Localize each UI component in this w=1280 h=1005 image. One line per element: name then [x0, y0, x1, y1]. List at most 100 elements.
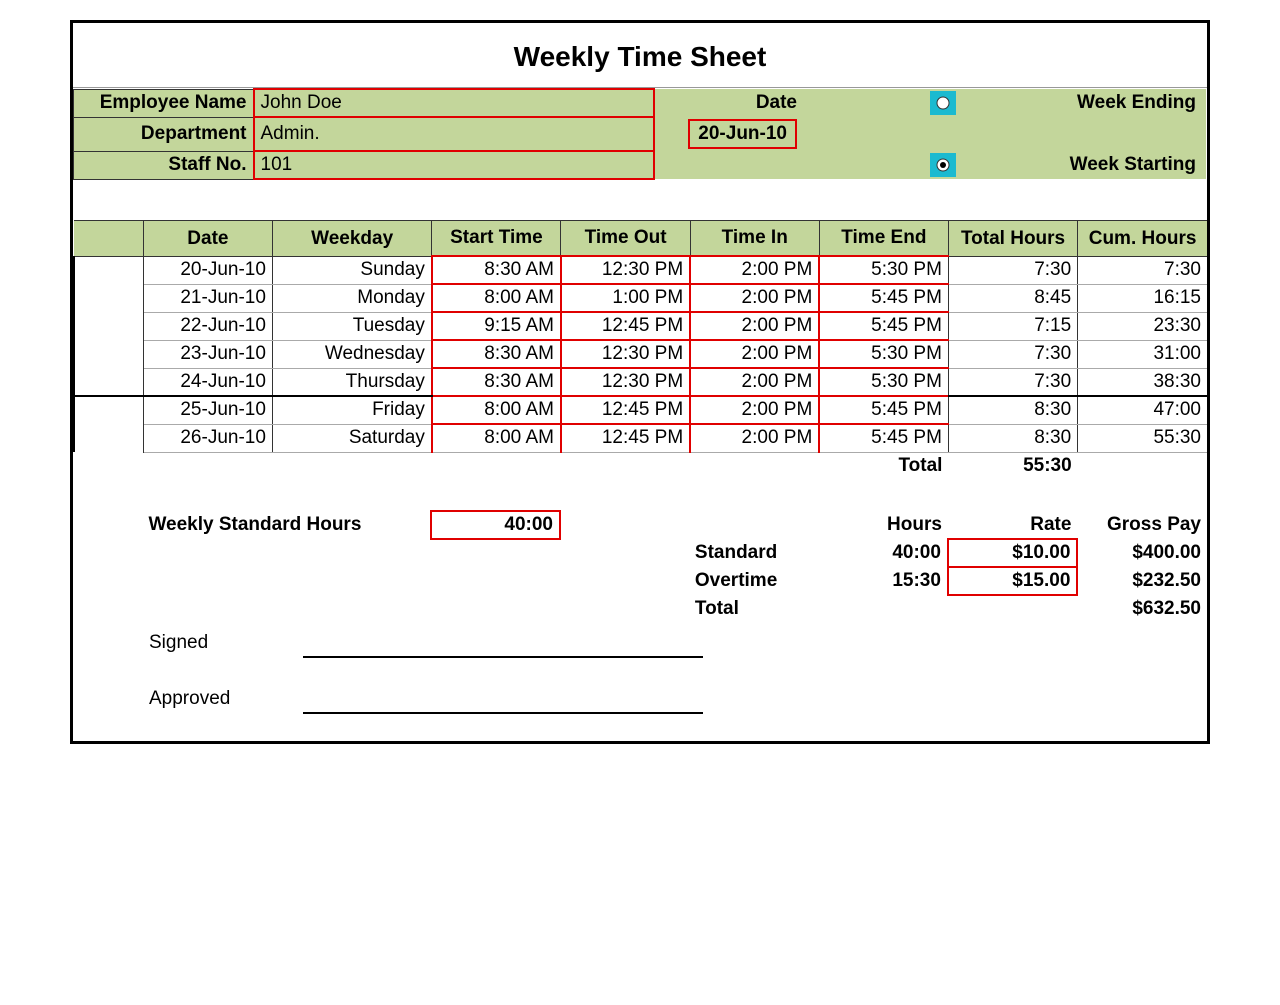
cell-weekday: Saturday [272, 424, 431, 452]
cell-in[interactable]: 2:00 PM [690, 312, 819, 340]
cell-total: 7:15 [948, 312, 1077, 340]
table-row: 25-Jun-10Friday8:00 AM12:45 PM2:00 PM5:4… [74, 396, 1207, 424]
cell-date: 20-Jun-10 [143, 256, 272, 284]
table-row: 20-Jun-10Sunday8:30 AM12:30 PM2:00 PM5:3… [74, 256, 1207, 284]
weekly-std-hours-label: Weekly Standard Hours [142, 511, 430, 539]
col-totalhours: Total Hours [948, 221, 1077, 257]
signature-table: Signed Approved [73, 629, 1207, 741]
date-input[interactable]: 20-Jun-10 [688, 119, 797, 149]
cell-in[interactable]: 2:00 PM [690, 424, 819, 452]
overtime-rate-input[interactable]: $15.00 [948, 567, 1077, 595]
cell-in[interactable]: 2:00 PM [690, 340, 819, 368]
approved-label: Approved [143, 685, 303, 713]
table-row: 26-Jun-10Saturday8:00 AM12:45 PM2:00 PM5… [74, 424, 1207, 452]
timesheet-table: Date Weekday Start Time Time Out Time In… [73, 220, 1207, 480]
table-row: 21-Jun-10Monday8:00 AM1:00 PM2:00 PM5:45… [74, 284, 1207, 312]
col-timein: Time In [690, 221, 819, 257]
cell-start[interactable]: 8:30 AM [432, 340, 561, 368]
cell-cum: 16:15 [1078, 284, 1207, 312]
cell-end[interactable]: 5:45 PM [819, 284, 948, 312]
cell-cum: 55:30 [1078, 424, 1207, 452]
cell-start[interactable]: 8:00 AM [432, 424, 561, 452]
cell-start[interactable]: 8:30 AM [432, 368, 561, 396]
cell-out[interactable]: 12:45 PM [561, 312, 690, 340]
week-starting-label: Week Starting [964, 151, 1207, 179]
cell-out[interactable]: 12:30 PM [561, 256, 690, 284]
cell-start[interactable]: 8:00 AM [432, 396, 561, 424]
cell-total: 8:45 [948, 284, 1077, 312]
hours-header: Hours [819, 511, 948, 539]
cell-date: 25-Jun-10 [143, 396, 272, 424]
cell-weekday: Thursday [272, 368, 431, 396]
standard-rate-input[interactable]: $10.00 [948, 539, 1077, 567]
page-title: Weekly Time Sheet [73, 23, 1207, 88]
cell-date: 22-Jun-10 [143, 312, 272, 340]
col-cumhours: Cum. Hours [1078, 221, 1207, 257]
department-input[interactable]: Admin. [254, 117, 654, 151]
employee-name-input[interactable]: John Doe [254, 89, 654, 117]
cell-end[interactable]: 5:45 PM [819, 396, 948, 424]
cell-cum: 47:00 [1078, 396, 1207, 424]
cell-out[interactable]: 12:45 PM [561, 424, 690, 452]
cell-cum: 7:30 [1078, 256, 1207, 284]
cell-end[interactable]: 5:45 PM [819, 424, 948, 452]
signed-label: Signed [143, 629, 303, 657]
signed-line[interactable] [303, 629, 703, 657]
timesheet-container: Weekly Time Sheet Employee Name John Doe… [70, 20, 1210, 744]
staff-no-label: Staff No. [74, 151, 254, 179]
rate-header: Rate [948, 511, 1077, 539]
cell-end[interactable]: 5:30 PM [819, 340, 948, 368]
cell-weekday: Friday [272, 396, 431, 424]
cell-date: 21-Jun-10 [143, 284, 272, 312]
cell-start[interactable]: 8:00 AM [432, 284, 561, 312]
table-row: 24-Jun-10Thursday8:30 AM12:30 PM2:00 PM5… [74, 368, 1207, 396]
cell-out[interactable]: 1:00 PM [561, 284, 690, 312]
cell-in[interactable]: 2:00 PM [690, 396, 819, 424]
cell-date: 26-Jun-10 [143, 424, 272, 452]
cell-total: 7:30 [948, 340, 1077, 368]
cell-out[interactable]: 12:30 PM [561, 368, 690, 396]
cell-total: 7:30 [948, 256, 1077, 284]
table-row: 23-Jun-10Wednesday8:30 AM12:30 PM2:00 PM… [74, 340, 1207, 368]
standard-label: Standard [689, 539, 819, 567]
week-starting-radio[interactable] [924, 151, 964, 179]
cell-weekday: Sunday [272, 256, 431, 284]
col-date: Date [143, 221, 272, 257]
week-ending-radio[interactable] [924, 89, 964, 117]
cell-end[interactable]: 5:30 PM [819, 256, 948, 284]
cell-end[interactable]: 5:45 PM [819, 312, 948, 340]
cell-in[interactable]: 2:00 PM [690, 368, 819, 396]
col-timeout: Time Out [561, 221, 690, 257]
total-pay-label: Total [689, 595, 819, 623]
col-timeend: Time End [819, 221, 948, 257]
cell-total: 7:30 [948, 368, 1077, 396]
date-label: Date [654, 89, 804, 117]
table-row: 22-Jun-10Tuesday9:15 AM12:45 PM2:00 PM5:… [74, 312, 1207, 340]
approved-line[interactable] [303, 685, 703, 713]
cell-end[interactable]: 5:30 PM [819, 368, 948, 396]
cell-date: 24-Jun-10 [143, 368, 272, 396]
employee-info-table: Employee Name John Doe Date Week Ending … [73, 88, 1207, 180]
summary-table: Weekly Standard Hours 40:00 Hours Rate G… [73, 510, 1207, 623]
cell-out[interactable]: 12:30 PM [561, 340, 690, 368]
weekly-std-hours-input[interactable]: 40:00 [431, 511, 560, 539]
cell-out[interactable]: 12:45 PM [561, 396, 690, 424]
employee-name-label: Employee Name [74, 89, 254, 117]
grand-total-hours: 55:30 [948, 452, 1077, 480]
cell-in[interactable]: 2:00 PM [690, 256, 819, 284]
staff-no-input[interactable]: 101 [254, 151, 654, 179]
cell-start[interactable]: 8:30 AM [432, 256, 561, 284]
col-weekday: Weekday [272, 221, 431, 257]
week-ending-label: Week Ending [964, 89, 1207, 117]
cell-cum: 31:00 [1078, 340, 1207, 368]
overtime-hours: 15:30 [819, 567, 948, 595]
standard-hours: 40:00 [819, 539, 948, 567]
cell-start[interactable]: 9:15 AM [432, 312, 561, 340]
cell-cum: 23:30 [1078, 312, 1207, 340]
standard-gross: $400.00 [1077, 539, 1207, 567]
overtime-gross: $232.50 [1077, 567, 1207, 595]
cell-weekday: Tuesday [272, 312, 431, 340]
cell-in[interactable]: 2:00 PM [690, 284, 819, 312]
cell-total: 8:30 [948, 424, 1077, 452]
cell-weekday: Wednesday [272, 340, 431, 368]
